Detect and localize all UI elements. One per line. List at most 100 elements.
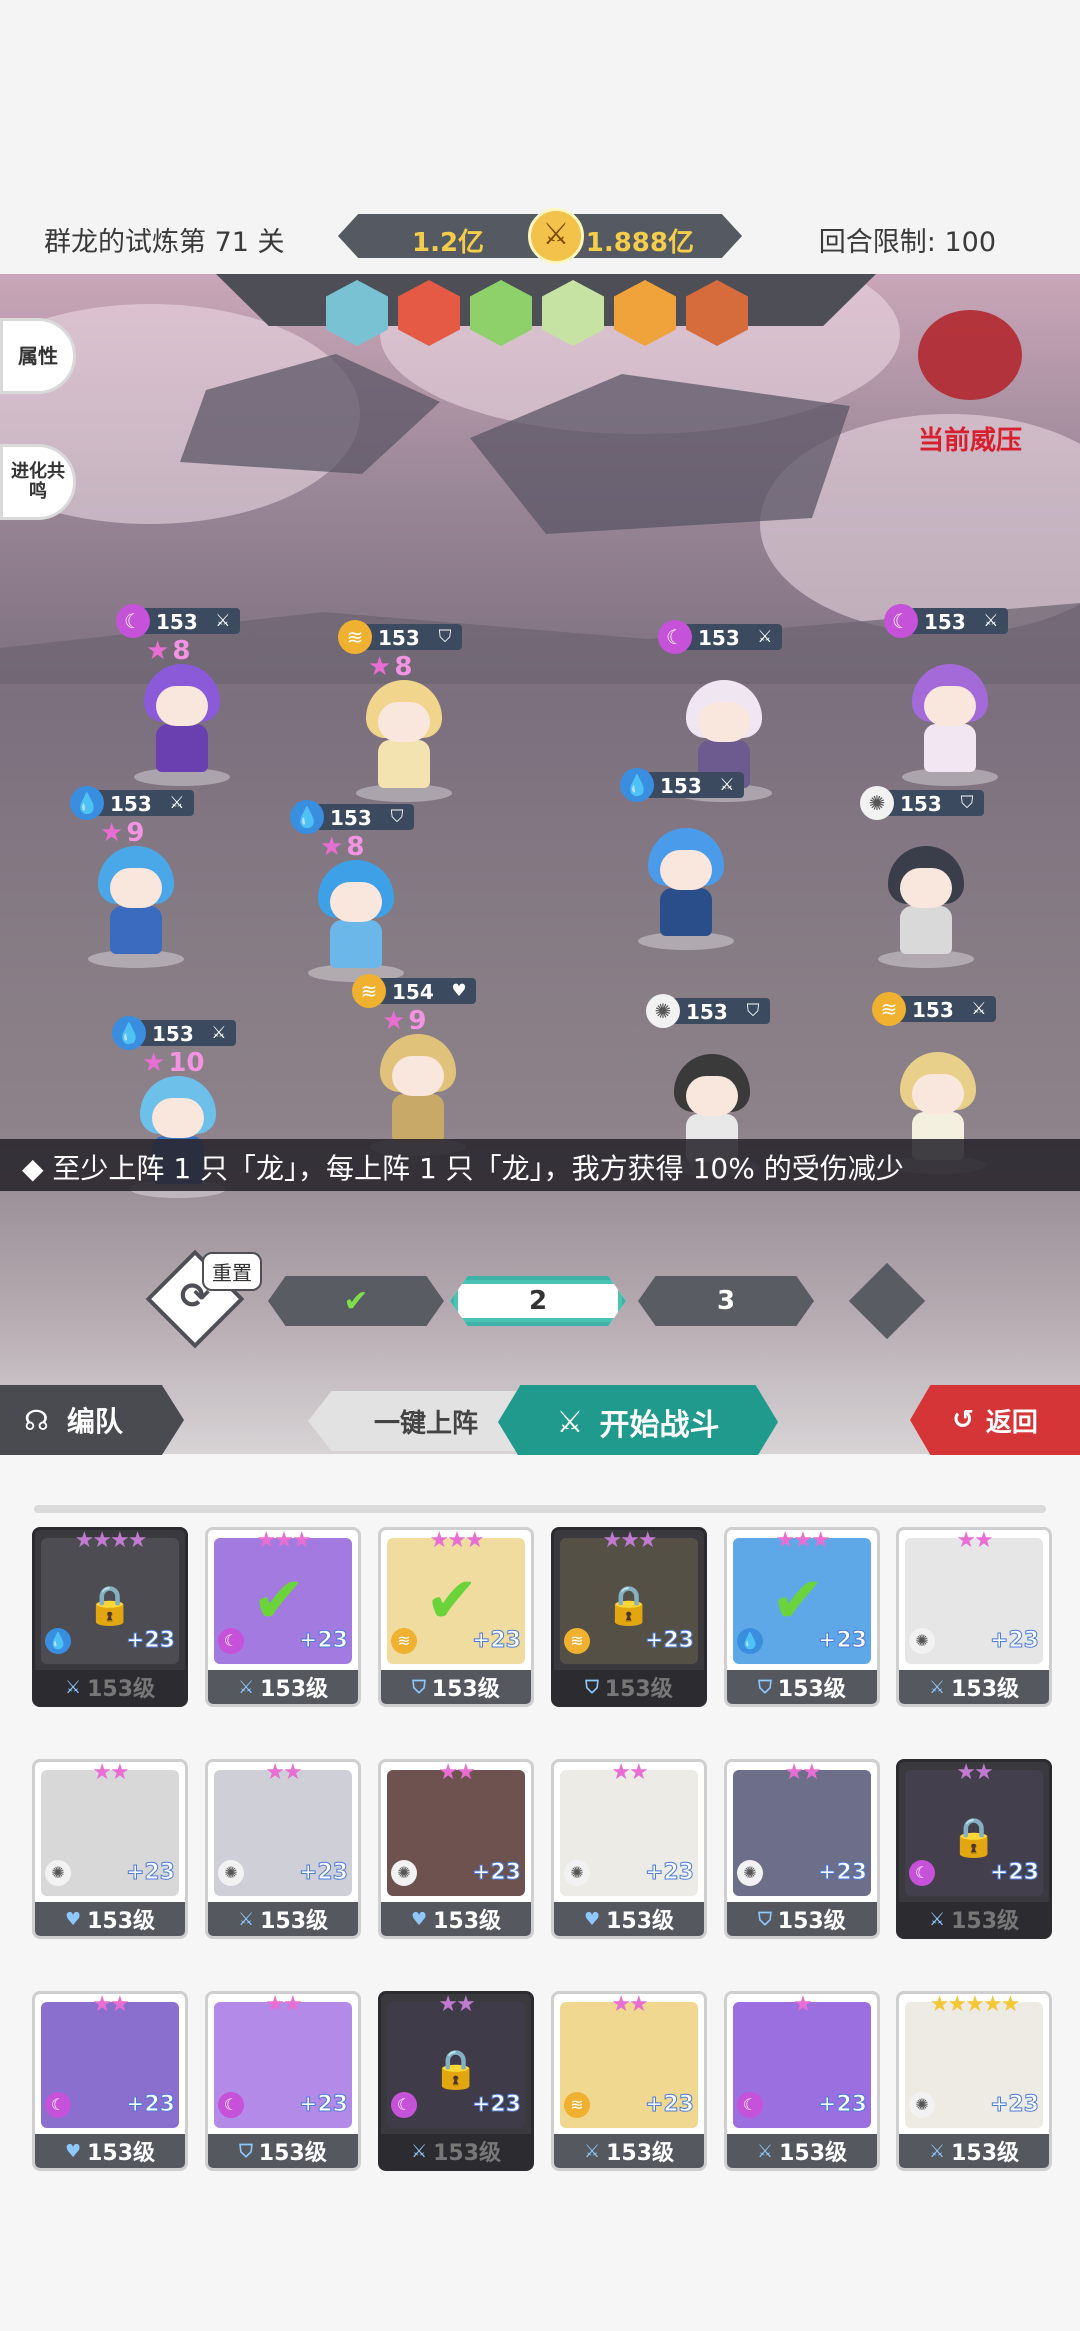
hero-level: 153级	[260, 1909, 329, 1934]
water-element-icon: 💧	[620, 768, 654, 802]
back-label: 返回	[985, 1407, 1038, 1438]
hero-level-bar: ⛉ 153级	[727, 1902, 877, 1936]
hero-card[interactable]: ★★ ✺ +23 ♥ 153级	[551, 1759, 707, 1939]
hero-card[interactable]: ★★★ ≋ +23 ⛉ 153级 ✔	[378, 1527, 534, 1707]
hero-stars: ★	[793, 1992, 813, 2017]
hero-card[interactable]: ★ ☾ +23 ⚔ 153级	[724, 1991, 880, 2171]
enemy-portrait[interactable]	[326, 280, 388, 346]
hero-level-bar: ♥ 153级	[554, 1902, 704, 1936]
sword-role-icon: ⚔	[64, 1676, 82, 1698]
hero-stars: ★★	[611, 1760, 648, 1785]
sword-role-icon: ⚔	[757, 627, 773, 647]
unit-face	[924, 686, 976, 726]
unit-level-badge: 153 ⚔ 💧	[620, 768, 744, 802]
unit-star-rank: ★ 10	[142, 1048, 205, 1078]
unit-sprite	[638, 828, 734, 950]
hero-card[interactable]: ★★★★ 💧 +23 ⚔ 153级 🔒	[32, 1527, 188, 1707]
sword-role-icon: ⚔	[237, 1676, 255, 1698]
hero-stars: ★★★	[256, 1528, 311, 1553]
wave-1-tab[interactable]: ✔	[268, 1276, 444, 1326]
dragon-pressure-emblem[interactable]: 当前威压	[880, 304, 1060, 464]
wave-2-tab[interactable]: 2	[450, 1276, 626, 1326]
enemy-portrait[interactable]	[614, 280, 676, 346]
star-icon: ★	[382, 1006, 406, 1036]
unit-level: 153	[152, 1022, 194, 1046]
shield-role-icon: ⛉	[438, 627, 452, 647]
hero-card[interactable]: ★★ ✺ +23 ♥ 153级	[378, 1759, 534, 1939]
heart-role-icon: ♥	[583, 1908, 601, 1930]
hero-level: 153级	[87, 1909, 156, 1934]
attributes-button[interactable]: 属性	[0, 318, 76, 394]
storm-element-icon: ≋	[564, 2092, 590, 2118]
evolution-resonance-button[interactable]: 进化共鸣	[0, 444, 76, 520]
unit-level-badge: 153 ⚔ 💧	[112, 1016, 236, 1050]
hero-card[interactable]: ★★★ ☾ +23 ⚔ 153级 ✔	[205, 1527, 361, 1707]
hero-card[interactable]: ★★ ☾ +23 ⚔ 153级 🔒	[896, 1759, 1052, 1939]
water-element-icon: 💧	[70, 786, 104, 820]
unit-body	[330, 920, 382, 968]
wave-3-tab[interactable]: 3	[638, 1276, 814, 1326]
unit-body	[660, 888, 712, 936]
unit-level-badge: 153 ⛉ 💧	[290, 800, 414, 834]
unit-face	[912, 1074, 964, 1114]
back-button[interactable]: ↺ 返回	[910, 1385, 1080, 1455]
hero-level: 153级	[604, 1677, 673, 1702]
hero-card[interactable]: ★★ ☾ +23 ♥ 153级	[32, 1991, 188, 2171]
hero-card[interactable]: ★★ ≋ +23 ⚔ 153级	[551, 1991, 707, 2171]
moon-element-icon: ☾	[737, 2092, 763, 2118]
enemy-portrait[interactable]	[686, 280, 748, 346]
unit-level: 153	[924, 610, 966, 634]
check-icon: ✔	[343, 1283, 369, 1319]
moon-element-icon: ☾	[218, 1628, 244, 1654]
level-bar: 153 ⚔	[96, 790, 194, 816]
hero-level: 153级	[260, 1677, 329, 1702]
hero-level-bar: ⛉ 153级	[208, 2134, 358, 2168]
hero-card[interactable]: ★★★★★ ✺ +23 ⚔ 153级	[896, 1991, 1052, 2171]
heart-role-icon: ♥	[410, 1908, 428, 1930]
dragon-icon	[918, 310, 1022, 400]
hero-roster[interactable]: ★★★★ 💧 +23 ⚔ 153级 🔒 ★★★ ☾ +23 ⚔ 153级 ✔ ★★★ ≋ +23 ⛉ 153级 ✔…	[0, 1455, 1080, 2331]
game-screen: 群龙的试炼第 71 关 1.2亿 1.888亿 ⚔ 回合限制: 100 属性 进…	[0, 0, 1080, 2331]
unit-star-rank: ★ 9	[382, 1006, 426, 1036]
hero-card[interactable]: ★★ ✺ +23 ⚔ 153级	[205, 1759, 361, 1939]
lock-icon: 🔒	[605, 1583, 653, 1627]
water-element-icon: 💧	[45, 1628, 71, 1654]
unit-level-badge: 153 ⚔ ≋	[872, 992, 996, 1026]
shield-role-icon: ⛉	[746, 1001, 760, 1021]
start-battle-button[interactable]: ⚔ 开始战斗	[498, 1385, 778, 1459]
water-element-icon: 💧	[290, 800, 324, 834]
unit-level: 153	[900, 792, 942, 816]
star-icon: ★	[100, 818, 124, 848]
hero-card[interactable]: ★★ ✺ +23 ♥ 153级	[32, 1759, 188, 1939]
enemy-power: 1.888亿	[585, 228, 694, 258]
enemy-portrait[interactable]	[470, 280, 532, 346]
formation-button[interactable]: ☊ 编队	[0, 1385, 184, 1455]
unit-star-rank: ★ 8	[368, 652, 412, 682]
hero-bonus: +23	[471, 2092, 521, 2118]
hero-card[interactable]: ★★ ✺ +23 ⚔ 153级	[896, 1527, 1052, 1707]
level-bar: 153 ⛉	[672, 998, 770, 1024]
enemy-portrait[interactable]	[398, 280, 460, 346]
enemy-portrait[interactable]	[542, 280, 604, 346]
hero-level: 153级	[951, 1909, 1020, 1934]
roster-scrollbar[interactable]	[34, 1505, 1046, 1513]
sun-element-icon: ✺	[45, 1860, 71, 1886]
hero-level-bar: ⛉ 153级	[554, 1670, 704, 1704]
dragon-pressure-label: 当前威压	[917, 426, 1022, 456]
hero-card[interactable]: ★★★ ≋ +23 ⛉ 153级 🔒	[551, 1527, 707, 1707]
hero-stars: ★★★★	[74, 1528, 148, 1553]
hero-stars: ★★★	[602, 1528, 657, 1553]
hero-card[interactable]: ★★ ☾ +23 ⚔ 153级 🔒	[378, 1991, 534, 2171]
unit-face	[660, 850, 712, 890]
unit-body	[900, 906, 952, 954]
unit-face	[686, 1076, 738, 1116]
hero-bonus: +23	[125, 1860, 175, 1886]
moon-element-icon: ☾	[884, 604, 918, 638]
unit-level: 153	[156, 610, 198, 634]
hero-card[interactable]: ★★ ✺ +23 ⛉ 153级	[724, 1759, 880, 1939]
return-arrow-icon: ↺	[952, 1405, 974, 1435]
water-element-icon: 💧	[737, 1628, 763, 1654]
hero-card[interactable]: ★★ ☾ +23 ⛉ 153级	[205, 1991, 361, 2171]
unit-level-badge: 153 ⚔ ☾	[116, 604, 240, 638]
hero-card[interactable]: ★★★ 💧 +23 ⛉ 153级 ✔	[724, 1527, 880, 1707]
